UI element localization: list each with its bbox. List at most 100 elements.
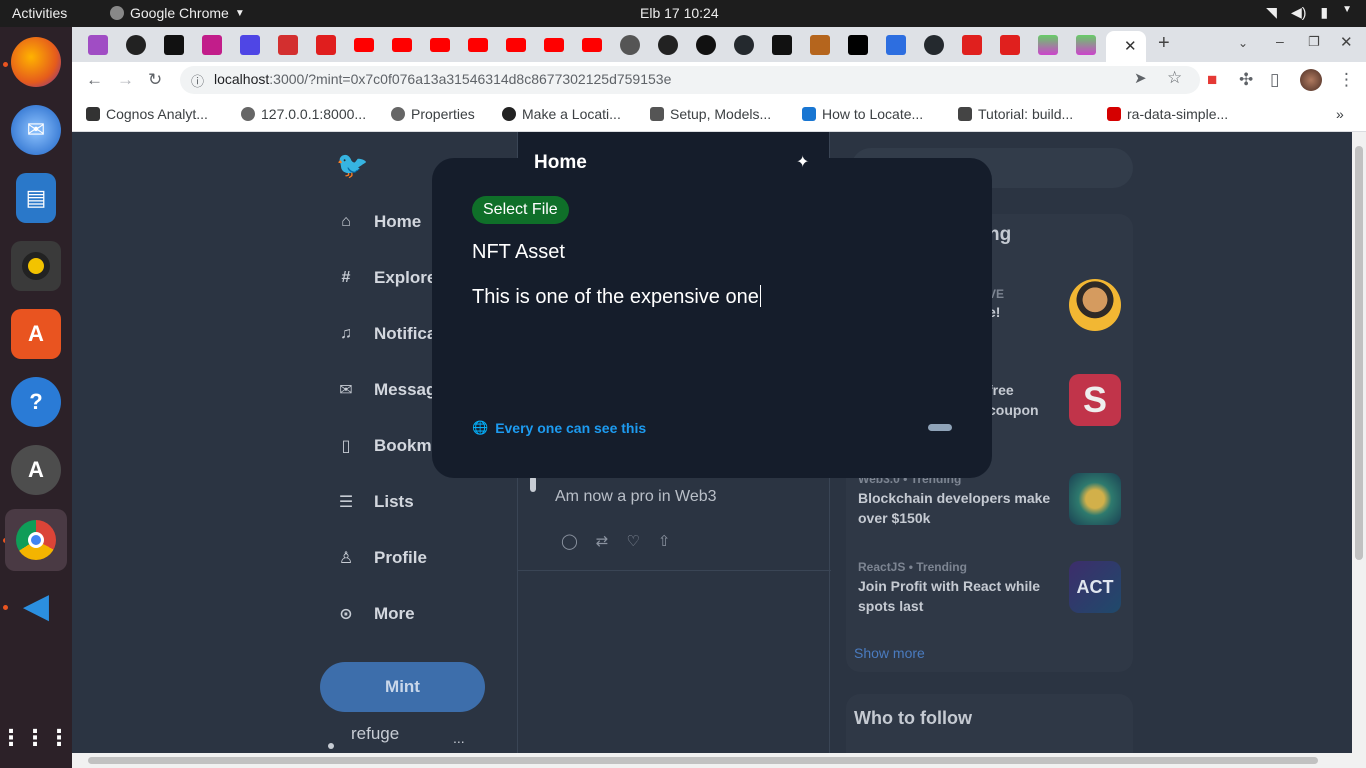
sparkle-icon[interactable]: ✦: [796, 152, 809, 172]
youtube-icon[interactable]: [354, 38, 374, 52]
tab-favicon[interactable]: [164, 35, 184, 55]
trend-image[interactable]: S: [1069, 374, 1121, 426]
extension-icon[interactable]: ■: [1207, 70, 1217, 90]
new-tab-icon[interactable]: +: [1158, 32, 1170, 55]
chrome-dock-item[interactable]: [5, 509, 67, 571]
tab-favicon[interactable]: [316, 35, 336, 55]
nft-name-input[interactable]: NFT Asset: [472, 241, 565, 264]
rhythmbox-icon[interactable]: [11, 241, 61, 291]
clock[interactable]: Elb 17 10:24: [640, 5, 800, 21]
bookmark-item[interactable]: How to Locate...: [802, 106, 923, 122]
github-icon[interactable]: [734, 35, 754, 55]
tab-favicon[interactable]: [696, 35, 716, 55]
sidebar-item-bookmarks[interactable]: ▯ Bookma: [336, 436, 441, 456]
tab-favicon[interactable]: [810, 35, 830, 55]
activities-button[interactable]: Activities: [12, 5, 67, 21]
scrollbar-thumb[interactable]: [1355, 146, 1363, 560]
bookmark-item[interactable]: Tutorial: build...: [958, 106, 1073, 122]
vscode-icon[interactable]: ◀: [11, 581, 61, 631]
retweet-icon[interactable]: ⇄: [596, 532, 609, 550]
nft-description-input[interactable]: This is one of the expensive one: [472, 285, 761, 309]
sidebar-item-messages[interactable]: ✉ Message: [336, 380, 446, 400]
bookmark-item[interactable]: 127.0.0.1:8000...: [241, 106, 366, 122]
sidebar-item-more[interactable]: ⊙ More: [336, 604, 414, 624]
star-icon[interactable]: ☆: [1167, 68, 1182, 88]
menu-icon[interactable]: ⋮: [1338, 70, 1355, 90]
tab-favicon[interactable]: [658, 35, 678, 55]
tab-search-icon[interactable]: ⌄: [1238, 36, 1248, 50]
forward-icon[interactable]: →: [117, 70, 134, 90]
minimize-icon[interactable]: –: [1276, 33, 1284, 49]
show-more-link[interactable]: Show more: [854, 645, 925, 661]
tab-favicon[interactable]: [1000, 35, 1020, 55]
youtube-icon[interactable]: [582, 38, 602, 52]
send-icon[interactable]: ➤: [1134, 69, 1147, 87]
horizontal-scrollbar[interactable]: [72, 753, 1366, 768]
select-file-button[interactable]: Select File: [472, 196, 569, 224]
share-icon[interactable]: ⇧: [658, 532, 671, 550]
account-avatar[interactable]: [328, 743, 334, 749]
visibility-selector[interactable]: 🌐 Every one can see this: [472, 420, 646, 436]
address-bar[interactable]: ⓘ localhost:3000/?mint=0x7c0f076a13a3154…: [180, 66, 1200, 94]
tab-favicon[interactable]: [88, 35, 108, 55]
trend-title[interactable]: Blockchain developers make over $150k: [858, 488, 1058, 528]
submit-button[interactable]: [928, 424, 952, 431]
trend-title[interactable]: Join Profit with React while spots last: [858, 576, 1058, 616]
thunderbird-icon[interactable]: ✉: [11, 105, 61, 155]
youtube-icon[interactable]: [430, 38, 450, 52]
show-applications-icon[interactable]: ⋮⋮⋮: [0, 713, 70, 763]
info-icon[interactable]: ⓘ: [191, 71, 204, 90]
back-icon[interactable]: ←: [86, 70, 103, 90]
close-window-icon[interactable]: ✕: [1340, 33, 1353, 51]
youtube-icon[interactable]: [468, 38, 488, 52]
active-tab[interactable]: ✕: [1106, 31, 1146, 62]
help-icon[interactable]: ?: [11, 377, 61, 427]
vertical-scrollbar[interactable]: [1352, 132, 1366, 753]
software-updater-icon[interactable]: A: [11, 445, 61, 495]
youtube-icon[interactable]: [506, 38, 526, 52]
sidebar-item-notifications[interactable]: ♫ Notifica: [336, 324, 436, 344]
dev-icon[interactable]: [848, 35, 868, 55]
mint-button[interactable]: Mint: [320, 662, 485, 712]
account-name[interactable]: refuge: [351, 724, 399, 744]
twitter-bird-icon[interactable]: 🐦: [336, 150, 368, 181]
trend-image[interactable]: [1069, 279, 1121, 331]
trend-image[interactable]: ACT: [1069, 561, 1121, 613]
maximize-icon[interactable]: ❐: [1308, 34, 1320, 50]
tab-favicon[interactable]: [620, 35, 640, 55]
bookmark-item[interactable]: Cognos Analyt...: [86, 106, 208, 122]
tab-favicon[interactable]: [202, 35, 222, 55]
tab-favicon[interactable]: [1038, 35, 1058, 55]
reload-icon[interactable]: ↻: [148, 70, 162, 90]
tab-favicon[interactable]: [886, 35, 906, 55]
app-menu[interactable]: Google Chrome ▼: [110, 5, 245, 21]
puzzle-icon[interactable]: ✣: [1239, 70, 1253, 90]
reply-icon[interactable]: ◯: [561, 532, 578, 550]
tab-favicon[interactable]: [278, 35, 298, 55]
youtube-icon[interactable]: [544, 38, 564, 52]
youtube-icon[interactable]: [392, 38, 412, 52]
close-tab-icon[interactable]: ✕: [1124, 37, 1137, 55]
trend-title[interactable]: free coupon: [988, 380, 1039, 420]
bookmarks-overflow-button[interactable]: »: [1336, 106, 1344, 122]
bookmark-item[interactable]: Setup, Models...: [650, 106, 771, 122]
tab-favicon[interactable]: [1076, 35, 1096, 55]
bookmark-item[interactable]: Properties: [391, 106, 475, 122]
sidebar-item-home[interactable]: ⌂ Home: [336, 212, 421, 232]
firefox-icon[interactable]: [11, 37, 61, 87]
side-panel-icon[interactable]: ▯: [1270, 70, 1279, 90]
bookmark-item[interactable]: Make a Locati...: [502, 106, 621, 122]
like-icon[interactable]: ♡: [626, 532, 639, 550]
avatar[interactable]: [1300, 69, 1322, 91]
sidebar-item-explore[interactable]: # Explore: [336, 268, 437, 288]
software-center-icon[interactable]: A: [11, 309, 61, 359]
trend-image[interactable]: [1069, 473, 1121, 525]
tab-favicon[interactable]: [772, 35, 792, 55]
github-icon[interactable]: [924, 35, 944, 55]
tab-favicon[interactable]: [962, 35, 982, 55]
sidebar-item-lists[interactable]: ☰ Lists: [336, 492, 414, 512]
tab-favicon[interactable]: [240, 35, 260, 55]
system-tray[interactable]: ◥ ◀) ▮ ▼: [1266, 4, 1352, 21]
libreoffice-writer-icon[interactable]: ▤: [16, 173, 56, 223]
account-more-button[interactable]: ...: [453, 730, 465, 746]
